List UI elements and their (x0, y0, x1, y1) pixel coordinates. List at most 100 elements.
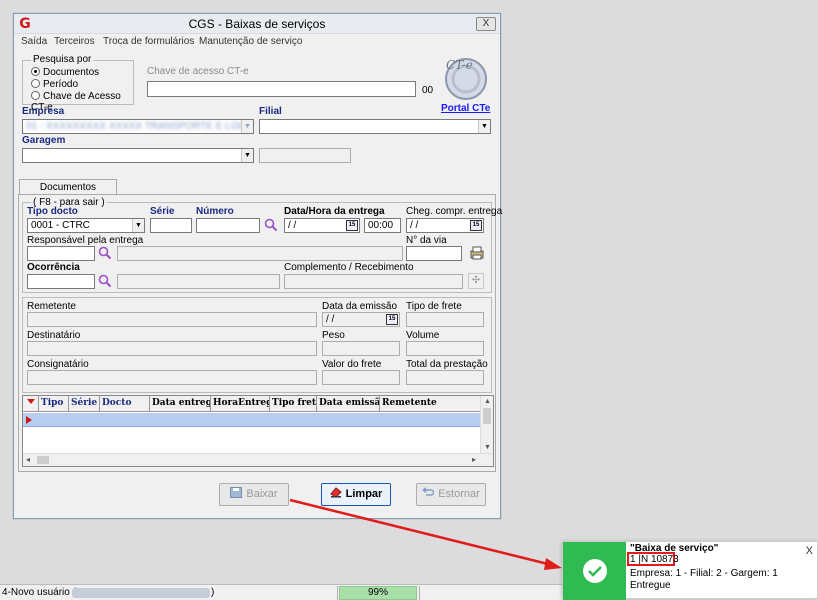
undo-icon (422, 487, 435, 496)
grid-col-tipo-frete[interactable]: Tipo frete (270, 396, 317, 411)
title-bar[interactable]: G CGS - Baixas de serviços X (14, 14, 500, 34)
grid-col-hora-entrega[interactable]: HoraEntrega (211, 396, 270, 411)
menu-terceiros[interactable]: Terceiros (54, 36, 95, 47)
menu-saida[interactable]: Saída (21, 36, 47, 47)
menu-troca-formularios[interactable]: Troca de formulários (103, 36, 194, 47)
cte-logo-text: CT-e (446, 58, 473, 72)
tipo-frete-label: Tipo de frete (406, 301, 462, 312)
sort-arrow-icon (26, 399, 35, 404)
scroll-right-icon[interactable]: ▸ (472, 455, 476, 464)
garagem-select[interactable]: ▼ (22, 148, 254, 163)
status-progress: 99% (339, 586, 417, 600)
radio-dot (31, 67, 40, 76)
status-separator (419, 586, 420, 600)
peso-label: Peso (322, 330, 345, 341)
radio-label: Documentos (43, 67, 100, 78)
filial-label: Filial (259, 106, 282, 117)
radio-dot (31, 79, 40, 88)
portal-cte-link[interactable]: Portal CTe (441, 103, 490, 114)
remetente-field (27, 312, 317, 327)
empresa-select[interactable]: 01 - XXXXXXXXX XXXXX TRANSPORTE E LOGIST… (22, 119, 254, 134)
vertical-scrollbar[interactable]: ▲ ▼ (480, 396, 493, 453)
chave-acesso-input[interactable] (147, 81, 416, 97)
search-type-group: Pesquisa por Documentos Período Chave de… (22, 54, 134, 113)
responsavel-code-input[interactable] (27, 246, 95, 261)
grid-col-serie[interactable]: Série (69, 396, 100, 411)
search-icon[interactable] (264, 218, 278, 232)
search-icon[interactable] (98, 246, 112, 260)
close-button[interactable]: X (476, 17, 496, 31)
status-user: 4-Novo usuário ( (2, 587, 76, 598)
status-user-suffix: ) (211, 587, 215, 598)
grid-col-remetente[interactable]: Remetente (380, 396, 481, 411)
checkmark-icon (583, 559, 607, 583)
documents-grid[interactable]: Tipo Série Docto Data entrega HoraEntreg… (22, 395, 494, 467)
tab-documentos[interactable]: Documentos (19, 179, 117, 195)
cheg-compr-input[interactable]: / / 15 (406, 218, 484, 233)
search-icon[interactable] (98, 274, 112, 288)
grid-header: Tipo Série Docto Data entrega HoraEntreg… (23, 396, 481, 412)
valor-frete-label: Valor do frete (322, 359, 382, 370)
grid-col-data-entrega[interactable]: Data entrega (150, 396, 211, 411)
serie-input[interactable] (150, 218, 192, 233)
limpar-button[interactable]: Limpar (321, 483, 391, 506)
data-entrega-input[interactable]: / / 15 (284, 218, 360, 233)
status-separator (337, 586, 338, 600)
chevron-down-icon: ▼ (241, 149, 253, 162)
scroll-thumb[interactable] (483, 408, 491, 424)
tipo-frete-field (406, 312, 484, 327)
menu-manutencao-servico[interactable]: Manutenção de serviço (199, 36, 302, 47)
grid-indicator-header (23, 396, 39, 411)
valor-frete-field (322, 370, 400, 385)
grid-col-data-emissao[interactable]: Data emissão (317, 396, 380, 411)
calendar-icon[interactable]: 15 (470, 220, 482, 231)
row-indicator-icon (26, 416, 32, 424)
data-hora-entrega-label: Data/Hora da entrega (284, 206, 385, 217)
radio-dot (31, 91, 40, 100)
radio-periodo[interactable]: Período (31, 79, 78, 90)
estornar-button[interactable]: Estornar (416, 483, 486, 506)
chave-acesso-label: Chave de acesso CT-e (147, 66, 249, 77)
radio-documentos[interactable]: Documentos (31, 67, 99, 78)
ocorrencia-code-input[interactable] (27, 274, 95, 289)
total-prestacao-label: Total da prestação (406, 359, 488, 370)
window-title: CGS - Baixas de serviços (188, 17, 326, 31)
notification-toast[interactable]: "Baixa de serviço" 1 |N 10873 Empresa: 1… (562, 541, 818, 600)
scroll-up-icon[interactable]: ▲ (484, 398, 491, 405)
responsavel-label: Responsável pela entrega (27, 235, 144, 246)
horizontal-scrollbar[interactable]: ◂ ▸ (23, 453, 493, 466)
complemento-label: Complemento / Recebimento (284, 262, 414, 273)
scroll-left-icon[interactable]: ◂ (26, 455, 30, 464)
ocorrencia-desc-field (117, 274, 280, 289)
scroll-down-icon[interactable]: ▼ (484, 444, 491, 451)
numero-input[interactable] (196, 218, 260, 233)
estornar-label: Estornar (438, 488, 480, 500)
data-entrega-value: / / (288, 220, 297, 231)
scroll-thumb[interactable] (37, 456, 49, 464)
baixar-button[interactable]: Baixar (219, 483, 289, 506)
calendar-icon[interactable]: 15 (346, 220, 358, 231)
toast-close-button[interactable]: X (806, 545, 813, 557)
consignatario-field (27, 370, 317, 385)
grid-col-docto[interactable]: Docto (100, 396, 150, 411)
hora-entrega-input[interactable]: 00:00 (364, 218, 401, 233)
nvia-input[interactable] (406, 246, 462, 261)
data-emissao-value: / / (326, 314, 335, 325)
filial-select[interactable]: ▼ (259, 119, 491, 134)
print-icon[interactable] (469, 245, 485, 261)
complemento-field (284, 274, 463, 289)
complemento-add-button[interactable]: ✣ (468, 273, 484, 289)
limpar-label: Limpar (345, 488, 383, 500)
numero-label: Número (196, 206, 234, 217)
grid-col-tipo[interactable]: Tipo (39, 396, 69, 411)
tipo-docto-value: 0001 - CTRC (31, 220, 90, 231)
cte-logo-icon: CT-e (445, 58, 487, 100)
consignatario-label: Consignatário (27, 359, 89, 370)
table-row[interactable] (23, 413, 481, 427)
eraser-icon (329, 487, 342, 498)
data-emissao-label: Data da emissão (322, 301, 398, 312)
ocorrencia-label: Ocorrência (27, 262, 80, 273)
tipo-docto-select[interactable]: 0001 - CTRC ▼ (27, 218, 145, 233)
tipo-docto-label: Tipo docto (27, 206, 78, 217)
data-emissao-field: / / 15 (322, 312, 400, 327)
